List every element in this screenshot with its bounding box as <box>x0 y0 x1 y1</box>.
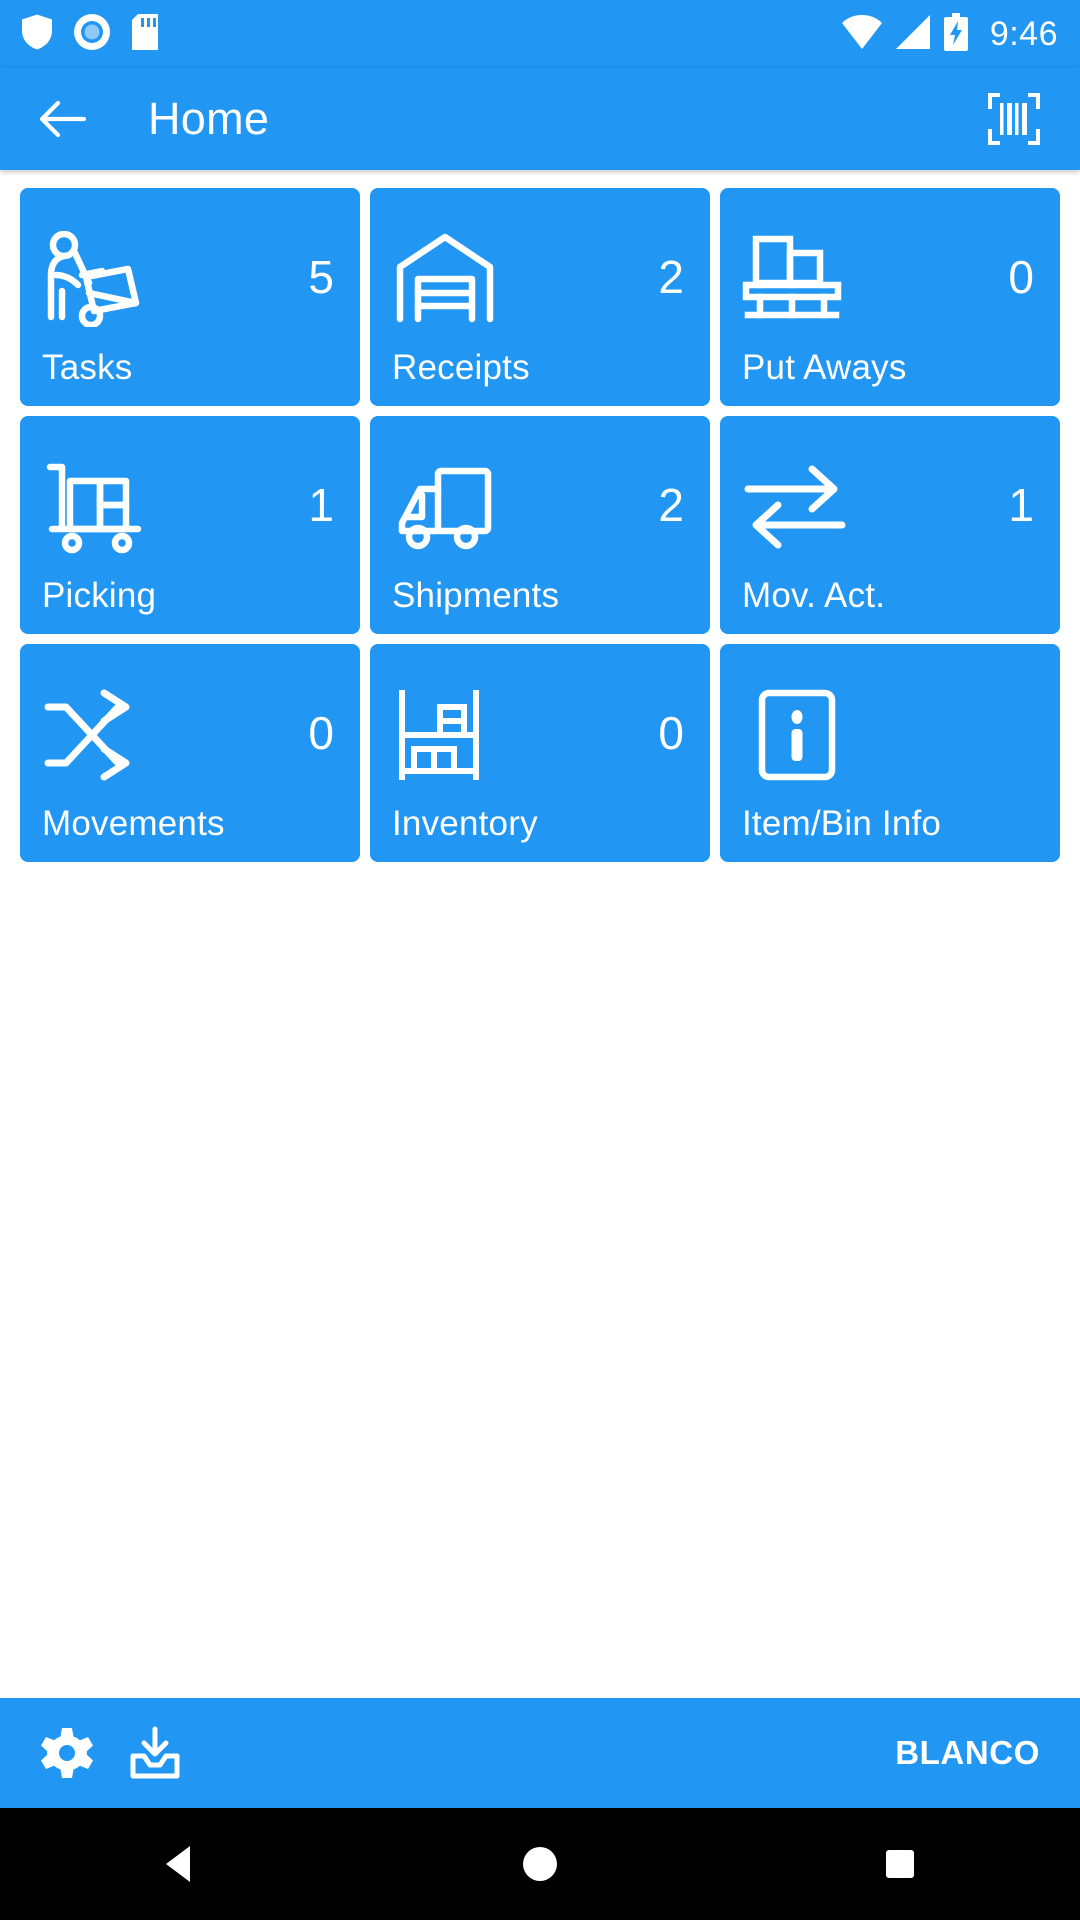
tile-picking-top: 1 <box>42 438 340 576</box>
tile-tasks-label: Tasks <box>42 348 133 387</box>
app-screen: 9:46 Home 5 Tasks 2 Receipts 0 Put Aways… <box>0 0 1080 1920</box>
android-nav-bar <box>0 1808 1080 1920</box>
tile-tasks-count: 5 <box>308 251 334 303</box>
cell-signal-icon <box>895 14 930 54</box>
status-bar-clock: 9:46 <box>989 14 1058 53</box>
tile-put-aways-top: 0 <box>742 210 1040 348</box>
pallet-cart-icon <box>42 459 148 555</box>
shuffle-arrows-icon <box>42 687 148 783</box>
square-recents-icon[interactable] <box>810 1808 990 1920</box>
tile-mov-act-top: 1 <box>742 438 1040 576</box>
page-title: Home <box>148 93 270 144</box>
tile-tasks-top: 5 <box>42 210 340 348</box>
back-arrow-icon[interactable] <box>38 99 86 139</box>
wifi-icon <box>841 14 882 54</box>
app-bar: Home <box>0 68 1080 170</box>
barcode-scan-icon[interactable] <box>986 91 1042 147</box>
circle-home-icon[interactable] <box>450 1808 630 1920</box>
status-bar: 9:46 <box>0 0 1080 68</box>
tile-inventory-label: Inventory <box>392 804 538 843</box>
tile-item-bin-info-count <box>1034 733 1040 737</box>
tile-receipts-label: Receipts <box>392 348 530 387</box>
hand-truck-worker-icon <box>42 230 148 329</box>
tile-picking-label: Picking <box>42 576 157 615</box>
status-bar-left-icons <box>22 13 158 55</box>
tile-picking[interactable]: 1 Picking <box>20 416 360 634</box>
record-circle-icon <box>74 13 110 55</box>
gear-icon[interactable] <box>40 1726 94 1780</box>
tile-item-bin-info-top <box>742 666 1040 804</box>
warehouse-icon <box>392 231 498 327</box>
tile-mov-act[interactable]: 1 Mov. Act. <box>720 416 1060 634</box>
tile-picking-count: 1 <box>308 479 334 531</box>
company-label: BLANCO <box>895 1734 1040 1771</box>
tile-inventory[interactable]: 0 Inventory <box>370 644 710 862</box>
battery-charging-icon <box>943 12 968 56</box>
tile-mov-act-count: 1 <box>1008 479 1034 531</box>
inbox-download-icon[interactable] <box>128 1726 182 1780</box>
bottom-bar: BLANCO <box>0 1698 1080 1808</box>
tile-inventory-top: 0 <box>392 666 690 804</box>
tile-receipts-count: 2 <box>658 251 684 303</box>
tile-put-aways[interactable]: 0 Put Aways <box>720 188 1060 406</box>
dashboard-grid: 5 Tasks 2 Receipts 0 Put Aways 1 Picking… <box>20 188 1060 862</box>
tile-put-aways-count: 0 <box>1008 251 1034 303</box>
tile-put-aways-label: Put Aways <box>742 348 907 387</box>
tile-movements-label: Movements <box>42 804 225 843</box>
tile-inventory-count: 0 <box>658 707 684 759</box>
triangle-back-icon[interactable] <box>90 1808 270 1920</box>
tile-tasks[interactable]: 5 Tasks <box>20 188 360 406</box>
tile-receipts-top: 2 <box>392 210 690 348</box>
tile-shipments[interactable]: 2 Shipments <box>370 416 710 634</box>
tile-item-bin-info-label: Item/Bin Info <box>742 804 942 843</box>
status-bar-right-icons: 9:46 <box>841 12 1058 56</box>
tile-shipments-top: 2 <box>392 438 690 576</box>
tile-movements-top: 0 <box>42 666 340 804</box>
tile-movements[interactable]: 0 Movements <box>20 644 360 862</box>
tile-receipts[interactable]: 2 Receipts <box>370 188 710 406</box>
transfer-arrows-icon <box>742 459 848 555</box>
tile-shipments-label: Shipments <box>392 576 560 615</box>
tile-shipments-count: 2 <box>658 479 684 531</box>
tile-mov-act-label: Mov. Act. <box>742 576 886 615</box>
bottom-bar-actions <box>40 1726 182 1780</box>
delivery-truck-icon <box>392 459 498 555</box>
sd-card-icon <box>132 13 158 55</box>
info-square-icon <box>742 687 848 783</box>
content-area: 5 Tasks 2 Receipts 0 Put Aways 1 Picking… <box>0 170 1080 1698</box>
rack-shelving-icon <box>392 687 498 783</box>
tile-movements-count: 0 <box>308 707 334 759</box>
boxes-on-shelf-icon <box>742 231 848 327</box>
tile-item-bin-info[interactable]: Item/Bin Info <box>720 644 1060 862</box>
shield-icon <box>22 14 52 55</box>
